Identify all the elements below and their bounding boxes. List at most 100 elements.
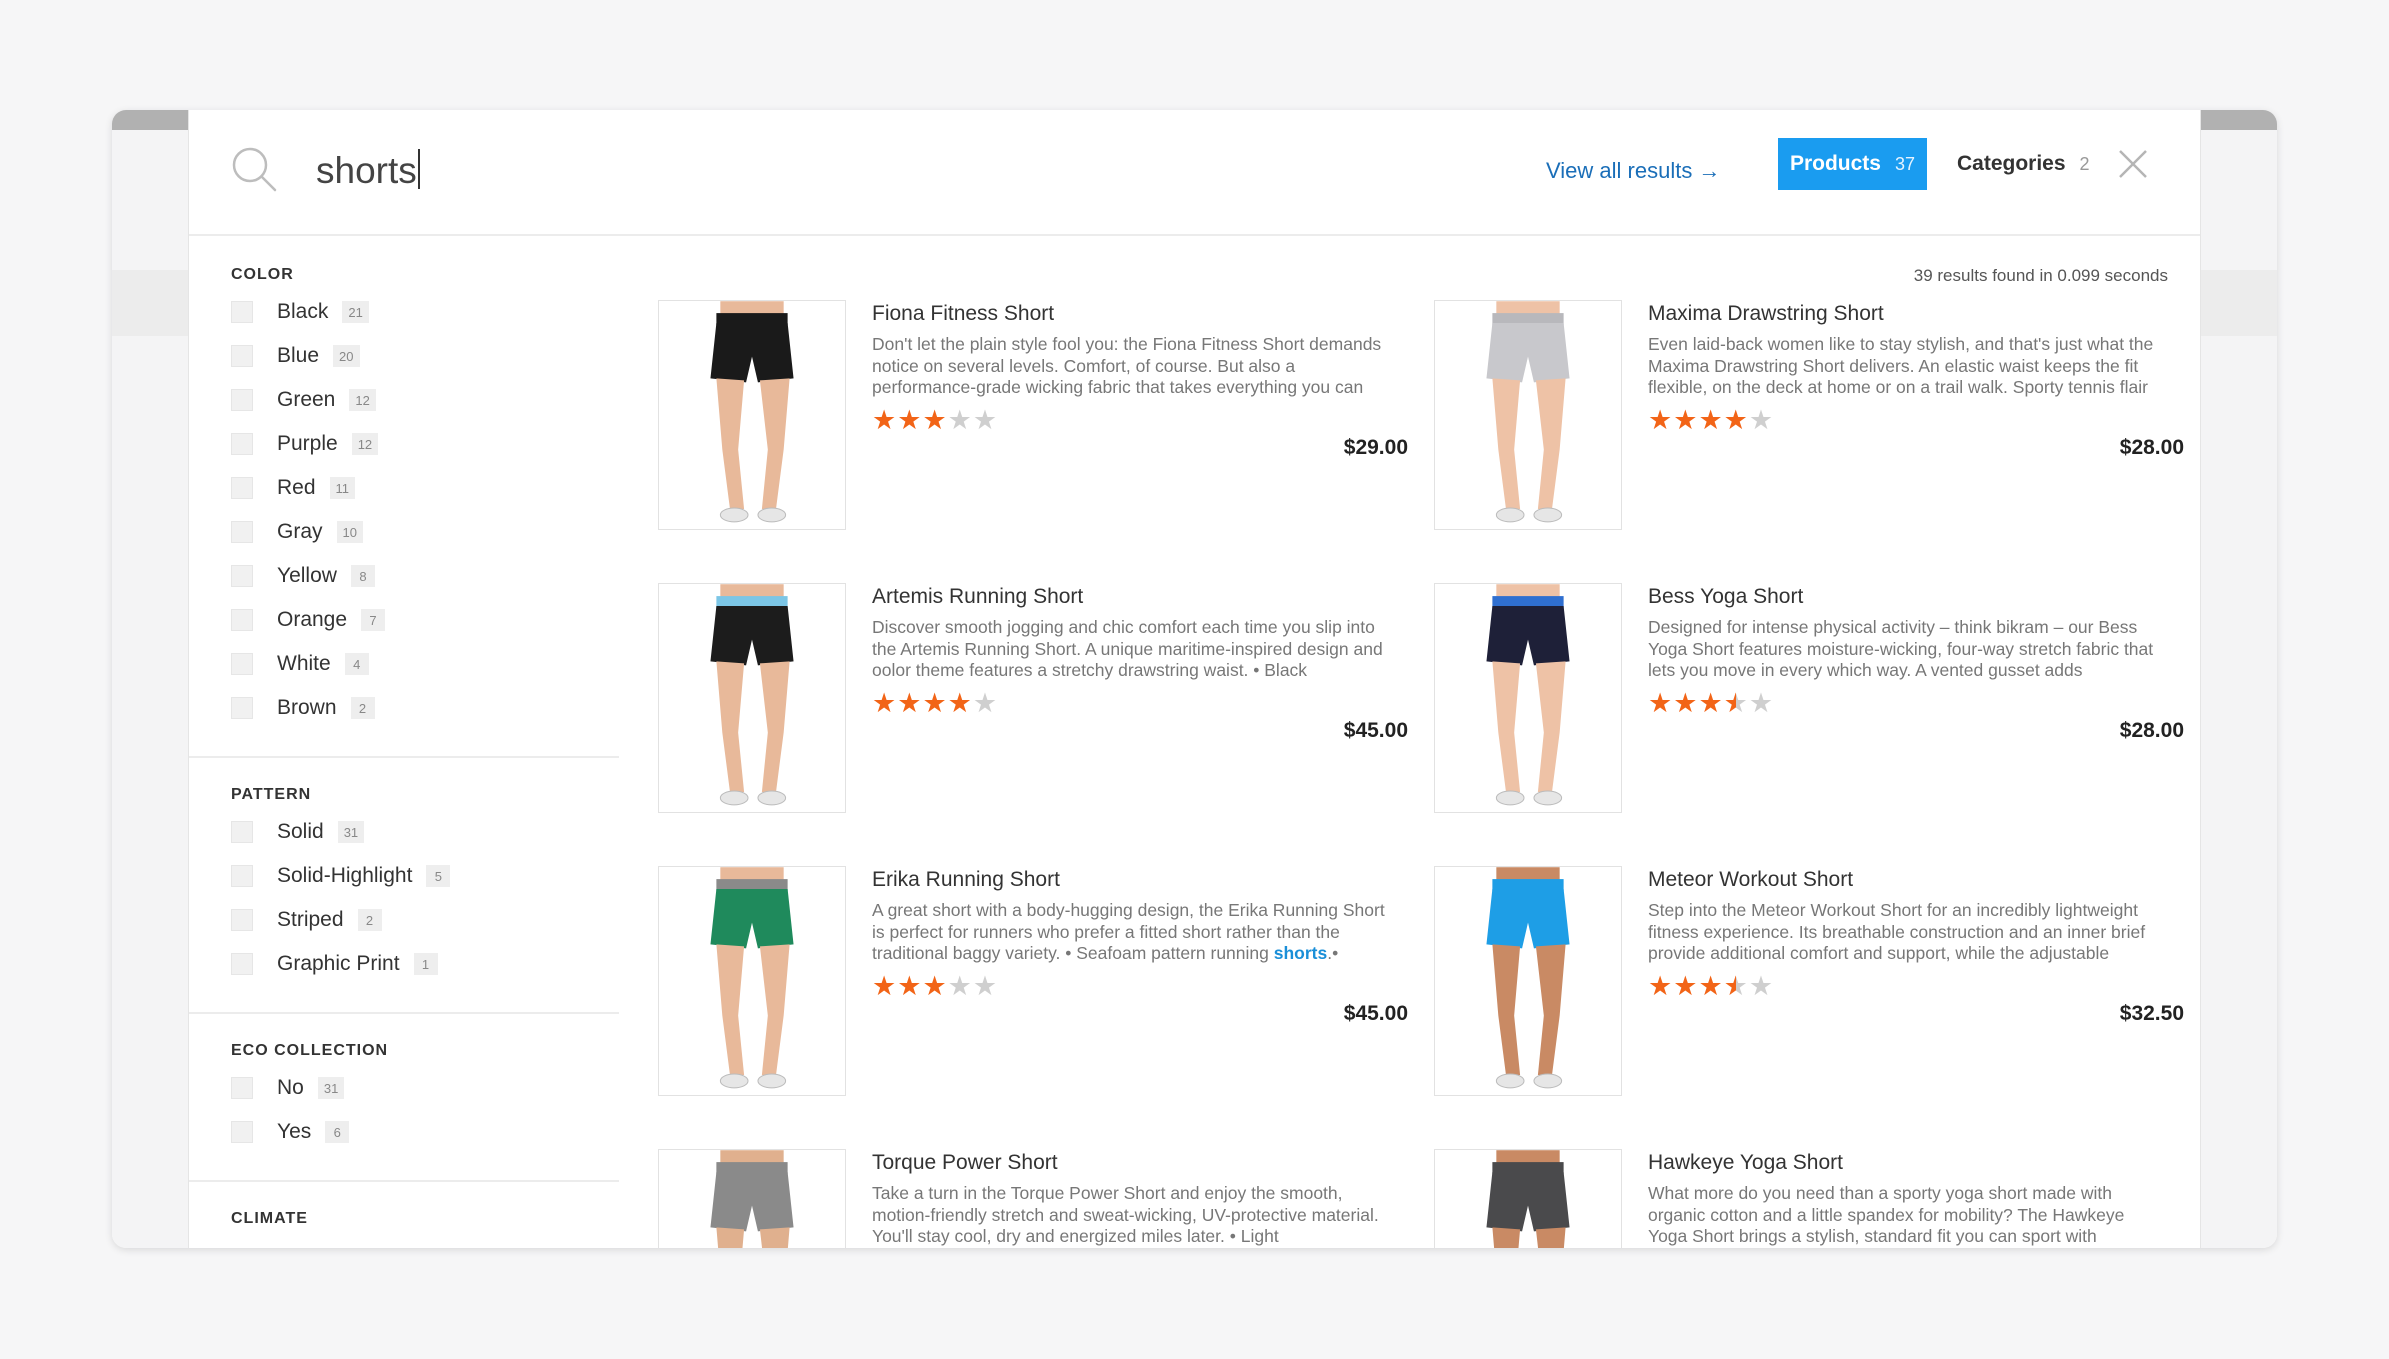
product-image[interactable]: [1435, 1150, 1621, 1248]
checkbox[interactable]: [231, 653, 253, 675]
product-name[interactable]: Artemis Running Short: [872, 583, 1083, 611]
checkbox[interactable]: [231, 609, 253, 631]
checkbox[interactable]: [231, 865, 253, 887]
filter-option[interactable]: Graphic Print 1: [231, 942, 619, 986]
product-thumbnail[interactable]: [658, 583, 846, 813]
checkbox[interactable]: [231, 1121, 253, 1143]
star-icon: ★: [872, 405, 897, 436]
checkbox[interactable]: [231, 697, 253, 719]
star-icon: ★: [1748, 405, 1774, 436]
product-name[interactable]: Bess Yoga Short: [1648, 583, 1803, 611]
product-image[interactable]: [1435, 867, 1621, 1095]
checkbox[interactable]: [231, 301, 253, 323]
star-icon: ★: [1698, 971, 1723, 1002]
product-price: $28.00: [2119, 436, 2184, 459]
filter-option[interactable]: Orange 7: [231, 598, 619, 642]
product-card[interactable]: Hawkeye Yoga Short What more do you need …: [1434, 1149, 2184, 1248]
product-thumbnail[interactable]: [658, 300, 846, 530]
star-icon: ★: [1723, 971, 1748, 1002]
filter-option[interactable]: Green 12: [231, 378, 619, 422]
checkbox[interactable]: [231, 345, 253, 367]
filter-option-label: Orange: [277, 608, 348, 631]
filter-group-title: ECO COLLECTION: [231, 1042, 389, 1059]
product-thumbnail[interactable]: [658, 1149, 846, 1248]
checkbox[interactable]: [231, 565, 253, 587]
product-card[interactable]: Bess Yoga Short Designed for intense phys…: [1434, 583, 2184, 815]
product-card[interactable]: Artemis Running Short Discover smooth jog…: [658, 583, 1408, 815]
checkbox[interactable]: [231, 477, 253, 499]
filter-option-label: Solid: [277, 820, 324, 843]
close-icon[interactable]: [2117, 148, 2149, 180]
filter-option-count: 7: [361, 609, 386, 631]
filter-option-label: Striped: [277, 908, 344, 931]
star-icon: ★: [1723, 405, 1748, 436]
product-card[interactable]: Torque Power Short Take a turn in the Tor…: [658, 1149, 1408, 1248]
product-name[interactable]: Fiona Fitness Short: [872, 300, 1054, 328]
product-card[interactable]: Meteor Workout Short Step into the Meteor…: [1434, 866, 2184, 1098]
product-thumbnail[interactable]: [1434, 1149, 1622, 1248]
checkbox[interactable]: [231, 433, 253, 455]
filter-option[interactable]: Solid-Highlight 5: [231, 854, 619, 898]
view-all-results-link[interactable]: View all results →: [1546, 151, 1720, 191]
filter-sidebar: COLOR Black 21 Blue 20 Green 12 Purple 12 Red 11 Gr…: [189, 238, 619, 1248]
filter-option[interactable]: Blue 20: [231, 334, 619, 378]
filter-option[interactable]: Red 11: [231, 466, 619, 510]
product-name[interactable]: Hawkeye Yoga Short: [1648, 1149, 1843, 1177]
filter-option[interactable]: Yellow 8: [231, 554, 619, 598]
product-thumbnail[interactable]: [1434, 583, 1622, 813]
product-description: What more do you need than a sporty yoga…: [1648, 1183, 2125, 1246]
filter-option-label: Yellow: [277, 564, 337, 587]
star-icon: ★: [972, 971, 998, 1002]
filter-option-label: Graphic Print: [277, 952, 400, 975]
tab-products[interactable]: Products 37: [1778, 138, 1927, 190]
product-card[interactable]: Erika Running Short A great short with a …: [658, 866, 1408, 1098]
product-thumbnail[interactable]: [658, 866, 846, 1096]
product-image[interactable]: [1435, 301, 1621, 529]
filter-option[interactable]: White 4: [231, 642, 619, 686]
filter-option[interactable]: Black 21: [231, 290, 619, 334]
checkbox[interactable]: [231, 909, 253, 931]
product-price: $29.00: [1343, 436, 1408, 459]
filter-option-count: 2: [350, 697, 375, 719]
checkbox[interactable]: [231, 1077, 253, 1099]
product-card[interactable]: Fiona Fitness Short Don't let the plain s…: [658, 300, 1408, 532]
filter-option-label: Brown: [277, 696, 337, 719]
search-input[interactable]: shorts: [316, 146, 420, 196]
checkbox[interactable]: [231, 521, 253, 543]
rating-stars: ★ ★ ★ ★ ★: [1648, 690, 1773, 718]
product-name[interactable]: Meteor Workout Short: [1648, 866, 1853, 894]
filter-option[interactable]: Gray 10: [231, 510, 619, 554]
star-icon: ★: [897, 405, 922, 436]
product-name[interactable]: Erika Running Short: [872, 866, 1060, 894]
product-price: $45.00: [1343, 719, 1408, 742]
checkbox[interactable]: [231, 389, 253, 411]
star-icon: ★: [1698, 405, 1723, 436]
product-name[interactable]: Maxima Drawstring Short: [1648, 300, 1884, 328]
filter-option[interactable]: Striped 2: [231, 898, 619, 942]
filter-option[interactable]: Brown 2: [231, 686, 619, 730]
product-image[interactable]: [659, 584, 845, 812]
checkbox[interactable]: [231, 953, 253, 975]
filter-option[interactable]: No 31: [231, 1066, 619, 1110]
filter-option-label: White: [277, 652, 331, 675]
product-image[interactable]: [659, 1150, 845, 1248]
filter-option[interactable]: Yes 6: [231, 1110, 619, 1154]
star-icon: ★: [947, 688, 972, 719]
filter-option-count: 21: [342, 301, 369, 323]
filter-option[interactable]: Purple 12: [231, 422, 619, 466]
product-image[interactable]: [1435, 584, 1621, 812]
filter-group-title: COLOR: [231, 266, 294, 283]
tab-categories[interactable]: Categories 2: [1957, 138, 2090, 190]
product-name[interactable]: Torque Power Short: [872, 1149, 1058, 1177]
star-icon: ★: [872, 688, 897, 719]
product-card[interactable]: Maxima Drawstring Short Even laid-back wo…: [1434, 300, 2184, 532]
filter-option-count: 31: [317, 1077, 345, 1099]
checkbox[interactable]: [231, 821, 253, 843]
star-icon: ★: [897, 688, 922, 719]
filter-option-count: 8: [350, 565, 375, 587]
product-thumbnail[interactable]: [1434, 300, 1622, 530]
product-image[interactable]: [659, 867, 845, 1095]
product-thumbnail[interactable]: [1434, 866, 1622, 1096]
filter-option[interactable]: Solid 31: [231, 810, 619, 854]
product-image[interactable]: [659, 301, 845, 529]
